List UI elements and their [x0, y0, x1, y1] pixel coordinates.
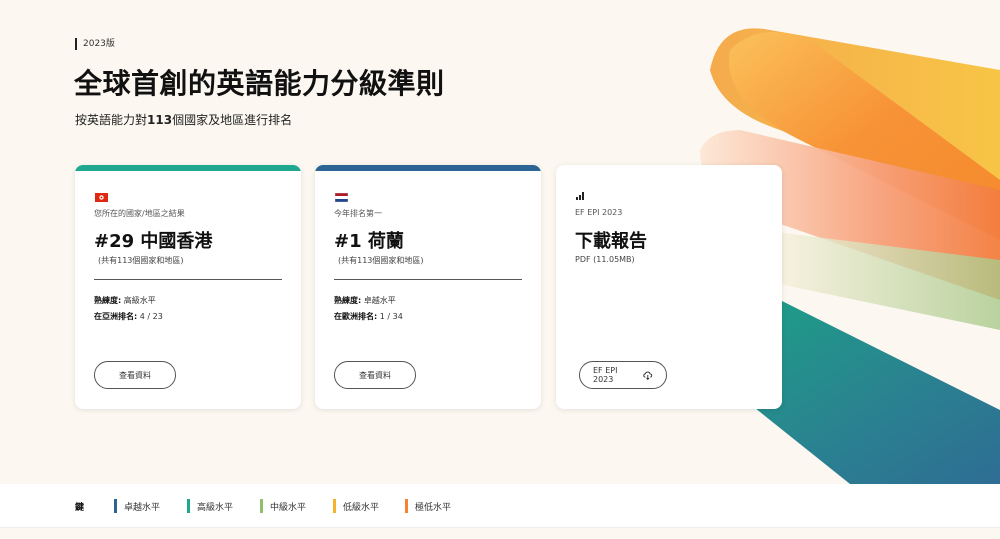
- report-caption: EF EPI 2023: [575, 208, 623, 217]
- total-countries-note: (共有113個國家和地區): [98, 256, 184, 265]
- hero-section: 2023版 全球首創的英語能力分級準則 按英語能力對113個國家及地區進行排名 …: [0, 0, 1000, 484]
- legend-swatch: [187, 499, 190, 513]
- legend-item: 低級水平: [333, 499, 379, 513]
- card-accent-bar: [75, 165, 301, 171]
- result-card-hong-kong: 您所在的國家/地區之結果 #29 中國香港 (共有113個國家和地區) 熟練度:…: [75, 165, 301, 409]
- cloud-download-icon: [643, 371, 653, 380]
- region-rank-row: 在亞洲排名: 4 / 23: [94, 312, 163, 321]
- rank-country: #29 中國香港: [94, 231, 213, 252]
- download-report-button[interactable]: EF EPI 2023: [579, 361, 667, 389]
- divider: [94, 279, 282, 280]
- file-size-note: PDF (11.05MB): [575, 255, 635, 264]
- proficiency-row: 熟練度: 卓越水平: [334, 296, 396, 305]
- download-report-title: 下載報告: [575, 231, 647, 252]
- legend-item: 卓越水平: [114, 499, 160, 513]
- result-card-netherlands: 今年排名第一 #1 荷蘭 (共有113個國家和地區) 熟練度: 卓越水平 在歐洲…: [315, 165, 541, 409]
- card-caption: 今年排名第一: [334, 209, 382, 218]
- legend-item: 極低水平: [405, 499, 451, 513]
- card-accent-bar: [315, 165, 541, 171]
- page-subtitle: 按英語能力對113個國家及地區進行排名: [75, 113, 293, 127]
- rank-country: #1 荷蘭: [334, 231, 404, 252]
- view-data-button[interactable]: 查看資料: [94, 361, 176, 389]
- region-rank-row: 在歐洲排名: 1 / 34: [334, 312, 403, 321]
- hong-kong-flag-icon: [95, 193, 108, 202]
- legend-item: 中級水平: [260, 499, 306, 513]
- legend-swatch: [333, 499, 336, 513]
- bar-chart-icon: [576, 192, 584, 200]
- legend-swatch: [260, 499, 263, 513]
- edition-label: 2023版: [75, 38, 115, 50]
- proficiency-row: 熟練度: 高級水平: [94, 296, 156, 305]
- legend-swatch: [405, 499, 408, 513]
- download-button-label: EF EPI 2023: [593, 366, 618, 384]
- legend-item: 高級水平: [187, 499, 233, 513]
- total-countries-note: (共有113個國家和地區): [338, 256, 424, 265]
- card-caption: 您所在的國家/地區之結果: [94, 209, 185, 218]
- divider: [334, 279, 522, 280]
- view-data-button[interactable]: 查看資料: [334, 361, 416, 389]
- download-report-card: EF EPI 2023 下載報告 PDF (11.05MB) EF EPI 20…: [556, 165, 782, 409]
- legend-key-label: 鍵: [75, 503, 85, 513]
- legend-swatch: [114, 499, 117, 513]
- page-title: 全球首創的英語能力分級準則: [74, 67, 445, 100]
- proficiency-legend: 鍵 卓越水平 高級水平 中級水平 低級水平 極低水平: [0, 484, 1000, 528]
- netherlands-flag-icon: [335, 193, 348, 202]
